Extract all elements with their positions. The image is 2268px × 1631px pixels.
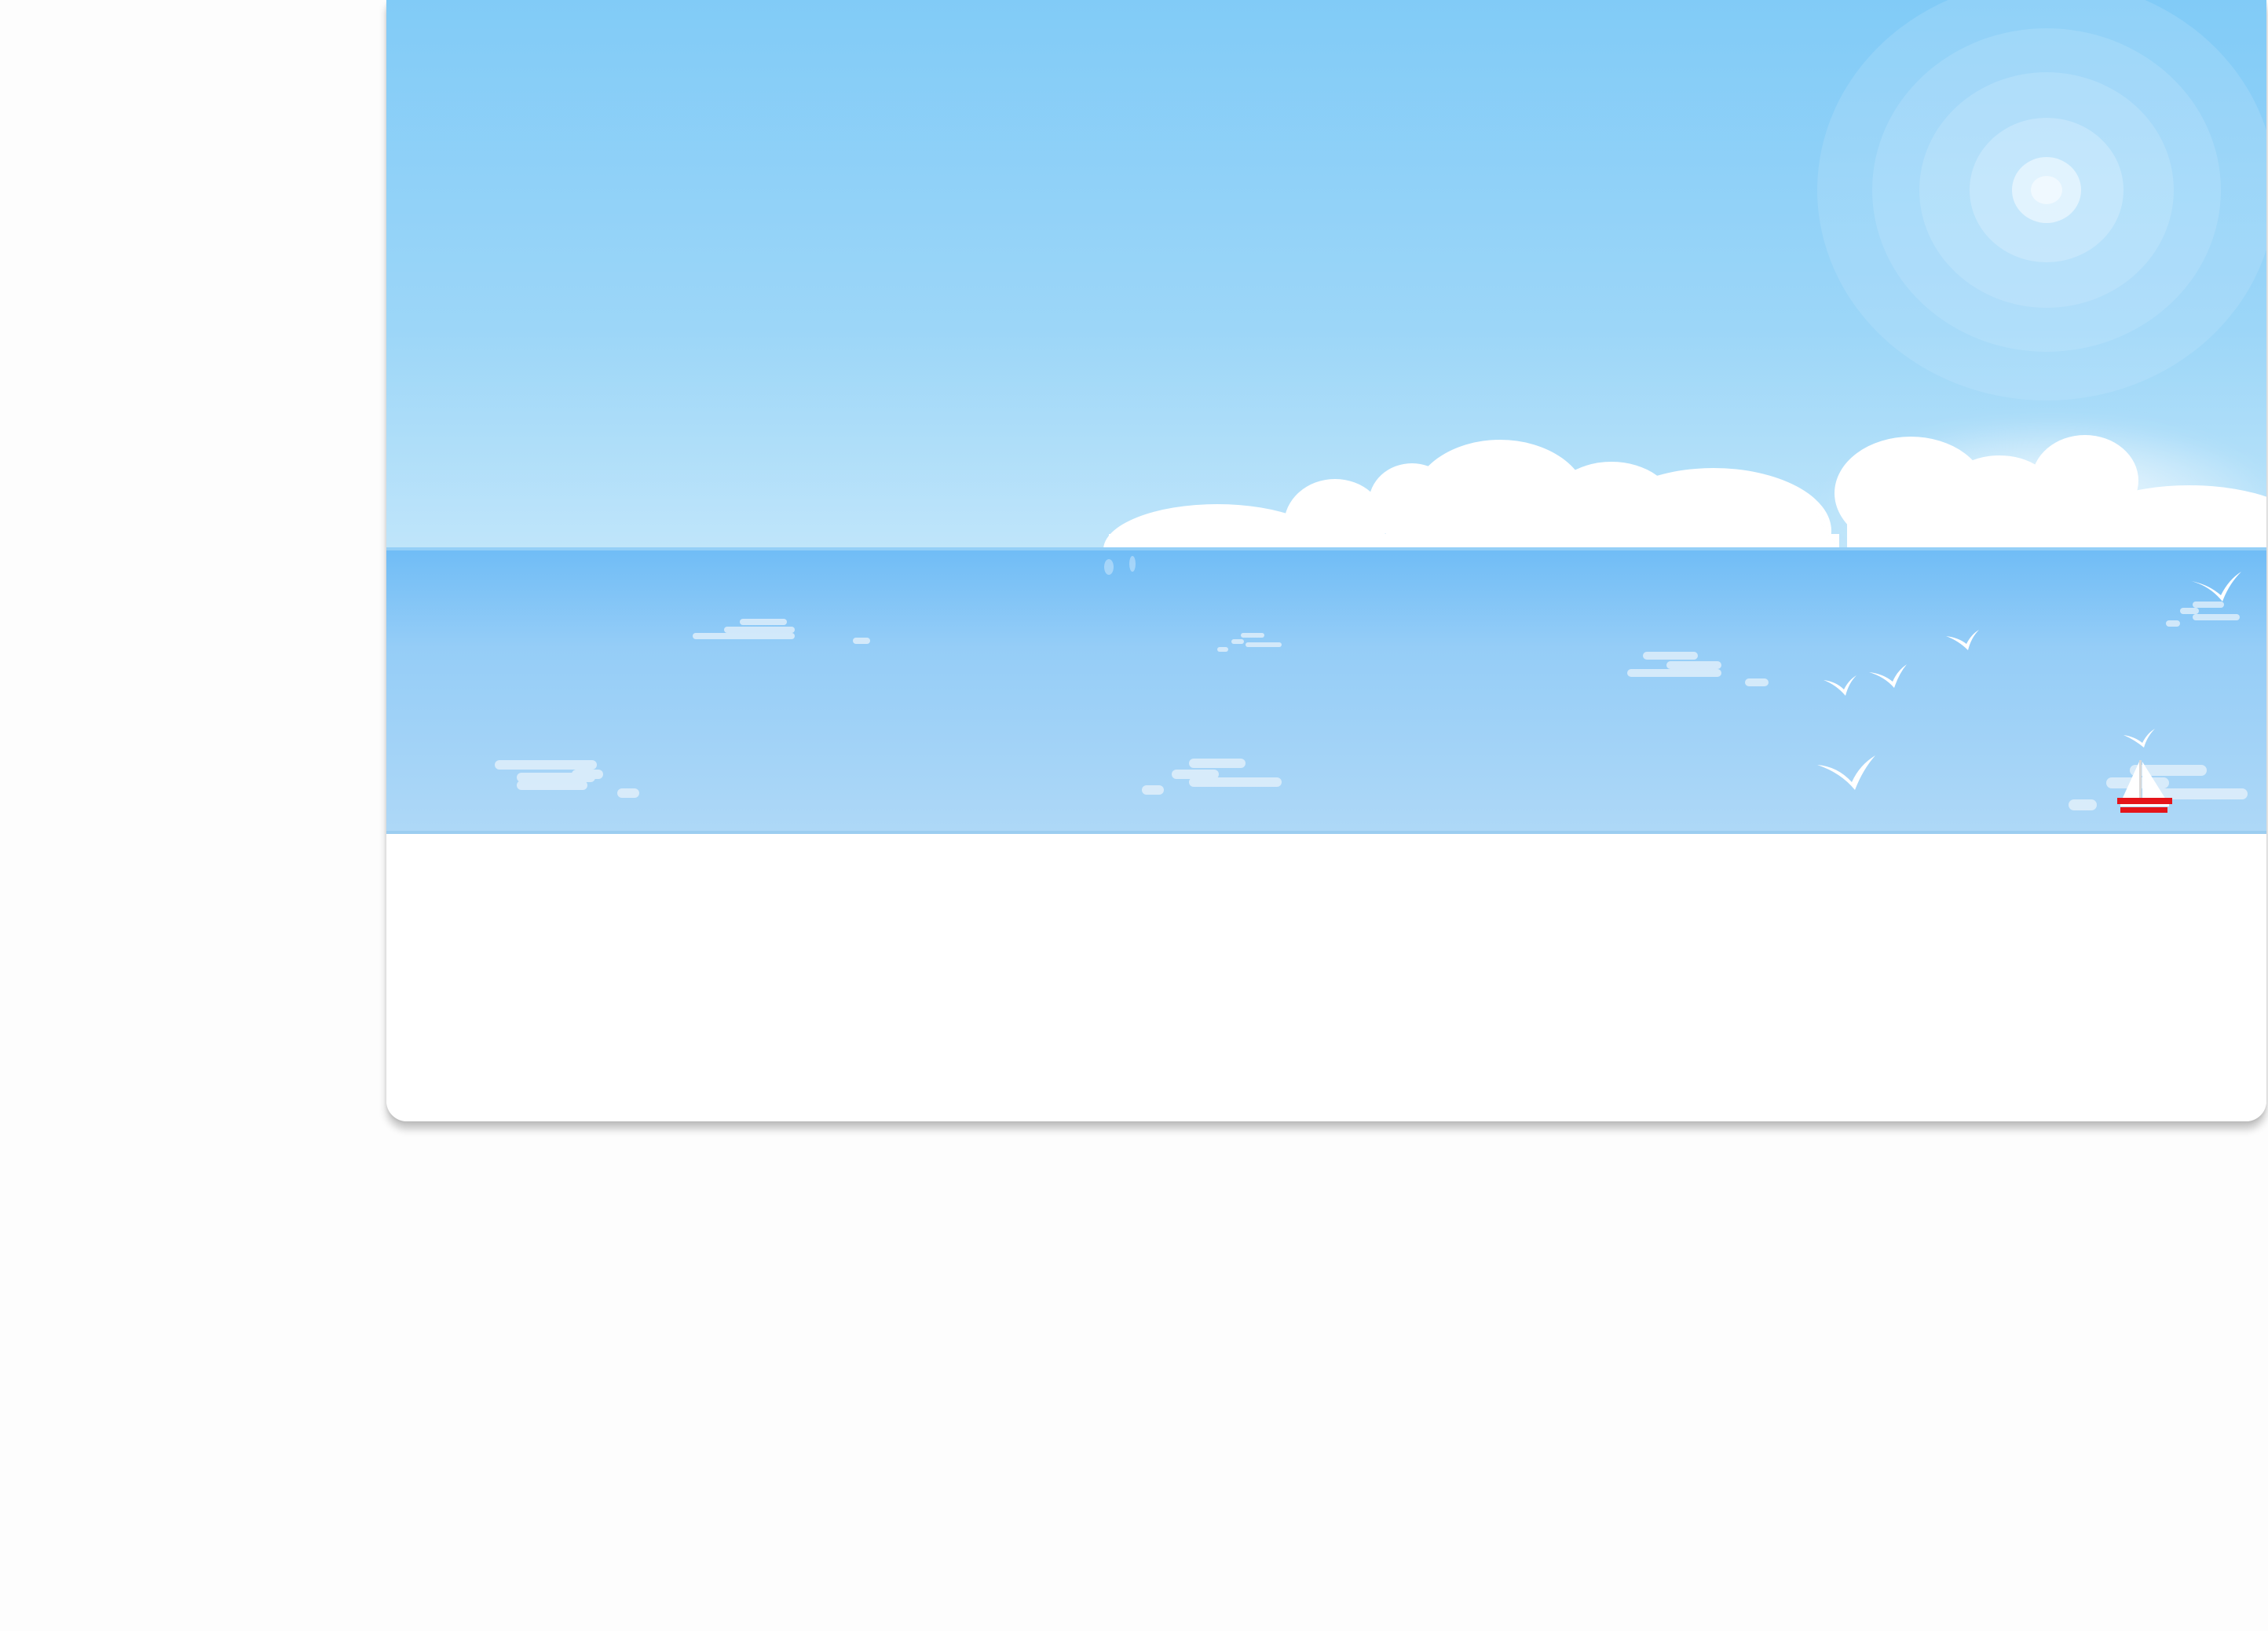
scene-card xyxy=(386,0,2266,1121)
card-footer-area xyxy=(386,834,2266,1121)
sea xyxy=(386,547,2266,834)
ocean-scene xyxy=(386,0,2266,834)
